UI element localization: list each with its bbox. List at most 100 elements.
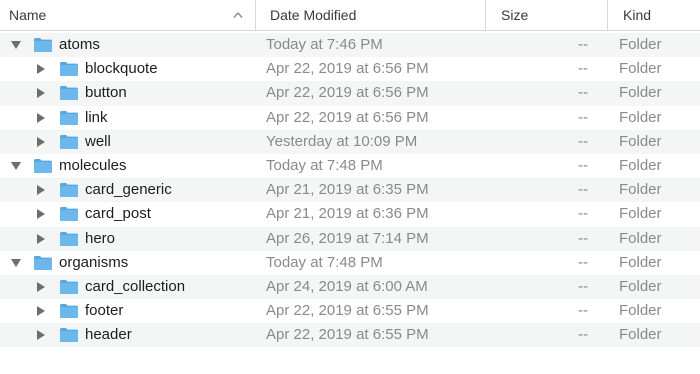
file-size: -- — [578, 229, 588, 247]
file-kind: Folder — [619, 36, 662, 53]
file-size: -- — [578, 108, 588, 126]
disclosure-triangle-right-icon[interactable] — [36, 233, 46, 244]
file-list-row[interactable]: footer Apr 22, 2019 at 6:55 PM -- Folder — [0, 299, 700, 323]
file-date-modified: Today at 7:48 PM — [266, 156, 383, 174]
file-name: organisms — [59, 253, 129, 271]
disclosure-triangle-right-icon[interactable] — [36, 281, 46, 292]
column-header-date-label: Date Modified — [270, 7, 357, 23]
file-kind: Folder — [619, 156, 662, 174]
file-size: -- — [578, 205, 588, 223]
file-name: link — [85, 108, 108, 126]
file-size: -- — [578, 84, 588, 102]
disclosure-triangle-right-icon[interactable] — [36, 330, 46, 341]
disclosure-triangle-right-icon[interactable] — [36, 306, 46, 317]
file-size: -- — [578, 277, 588, 295]
column-header-kind[interactable]: Kind — [607, 0, 700, 30]
file-list-row[interactable]: link Apr 22, 2019 at 6:56 PM -- Folder — [0, 106, 700, 130]
file-list-row[interactable]: hero Apr 26, 2019 at 7:14 PM -- Folder — [0, 226, 700, 251]
folder-icon — [34, 38, 52, 52]
column-header-name-label: Name — [9, 7, 47, 23]
column-header-size[interactable]: Size — [485, 0, 607, 30]
disclosure-triangle-right-icon[interactable] — [36, 136, 46, 147]
disclosure-triangle-right-icon[interactable] — [36, 112, 46, 123]
file-name: card_generic — [85, 181, 172, 199]
folder-icon — [60, 86, 78, 101]
file-size: -- — [578, 253, 588, 271]
file-list-row[interactable]: card_collection Apr 24, 2019 at 6:00 AM --… — [0, 274, 700, 300]
file-list-row[interactable]: header Apr 22, 2019 at 6:55 PM -- Folder — [0, 323, 700, 348]
folder-icon — [34, 255, 52, 270]
disclosure-triangle-right-icon[interactable] — [36, 185, 46, 196]
finder-list-view: Name Date Modified Size Kind atoms Today … — [0, 0, 700, 374]
chevron-up-icon[interactable] — [233, 11, 243, 19]
file-size: -- — [578, 302, 588, 320]
file-name: molecules — [59, 156, 127, 174]
file-date-modified: Apr 21, 2019 at 6:35 PM — [266, 181, 429, 199]
file-name: card_collection — [85, 277, 186, 295]
file-name: hero — [85, 229, 116, 247]
file-size: -- — [578, 60, 588, 78]
folder-icon — [60, 231, 78, 246]
file-date-modified: Today at 7:46 PM — [266, 36, 383, 53]
disclosure-triangle-down-icon[interactable] — [11, 40, 21, 50]
file-date-modified: Today at 7:48 PM — [266, 253, 383, 271]
file-size: -- — [578, 36, 588, 53]
file-kind: Folder — [619, 60, 662, 78]
file-date-modified: Apr 22, 2019 at 6:56 PM — [266, 108, 429, 126]
file-list-row[interactable]: molecules Today at 7:48 PM -- Folder — [0, 154, 700, 178]
disclosure-triangle-down-icon[interactable] — [11, 161, 21, 171]
folder-icon — [60, 62, 78, 77]
file-date-modified: Yesterday at 10:09 PM — [266, 132, 418, 150]
file-list-row[interactable]: card_post Apr 21, 2019 at 6:36 PM -- Folder — [0, 202, 700, 226]
column-header-name[interactable]: Name — [0, 0, 255, 30]
file-list: atoms Today at 7:46 PM -- Folder blockquote A… — [0, 33, 700, 348]
folder-icon — [60, 279, 78, 294]
file-date-modified: Apr 24, 2019 at 6:00 AM — [266, 277, 428, 295]
file-list-row[interactable]: atoms Today at 7:46 PM -- Folder — [0, 33, 700, 58]
file-list-row[interactable]: well Yesterday at 10:09 PM -- Folder — [0, 129, 700, 154]
file-kind: Folder — [619, 132, 662, 150]
file-list-row[interactable]: button Apr 22, 2019 at 6:56 PM -- Folder — [0, 81, 700, 106]
folder-icon — [60, 110, 78, 125]
file-size: -- — [578, 326, 588, 344]
file-size: -- — [578, 156, 588, 174]
folder-icon — [60, 134, 78, 149]
file-kind: Folder — [619, 277, 662, 295]
file-kind: Folder — [619, 253, 662, 271]
file-list-row[interactable]: blockquote Apr 22, 2019 at 6:56 PM -- Folde… — [0, 57, 700, 81]
folder-icon — [60, 328, 78, 343]
file-date-modified: Apr 22, 2019 at 6:56 PM — [266, 84, 429, 102]
disclosure-triangle-right-icon[interactable] — [36, 88, 46, 99]
file-name: card_post — [85, 205, 151, 223]
file-date-modified: Apr 22, 2019 at 6:56 PM — [266, 60, 429, 78]
file-size: -- — [578, 181, 588, 199]
file-list-row[interactable]: organisms Today at 7:48 PM -- Folder — [0, 251, 700, 275]
folder-icon — [60, 183, 78, 198]
column-header-date-modified[interactable]: Date Modified — [255, 0, 485, 30]
disclosure-triangle-right-icon[interactable] — [36, 209, 46, 220]
file-kind: Folder — [619, 84, 662, 102]
file-kind: Folder — [619, 205, 662, 223]
file-name: footer — [85, 302, 124, 320]
file-name: well — [85, 132, 111, 150]
file-date-modified: Apr 26, 2019 at 7:14 PM — [266, 229, 429, 247]
column-header-bar: Name Date Modified Size Kind — [0, 0, 700, 31]
file-list-row[interactable]: card_generic Apr 21, 2019 at 6:35 PM -- Fol… — [0, 178, 700, 203]
disclosure-triangle-down-icon[interactable] — [11, 258, 21, 268]
file-kind: Folder — [619, 302, 662, 320]
file-kind: Folder — [619, 181, 662, 199]
file-name: button — [85, 84, 127, 102]
file-kind: Folder — [619, 326, 662, 344]
folder-icon — [60, 304, 78, 319]
file-name: header — [85, 326, 132, 344]
disclosure-triangle-right-icon[interactable] — [36, 64, 46, 75]
file-kind: Folder — [619, 108, 662, 126]
column-header-size-label: Size — [501, 7, 529, 23]
file-name: atoms — [59, 36, 100, 53]
column-header-kind-label: Kind — [623, 7, 652, 23]
file-date-modified: Apr 22, 2019 at 6:55 PM — [266, 326, 429, 344]
file-kind: Folder — [619, 229, 662, 247]
file-date-modified: Apr 22, 2019 at 6:55 PM — [266, 302, 429, 320]
folder-icon — [34, 158, 52, 173]
file-size: -- — [578, 132, 588, 150]
